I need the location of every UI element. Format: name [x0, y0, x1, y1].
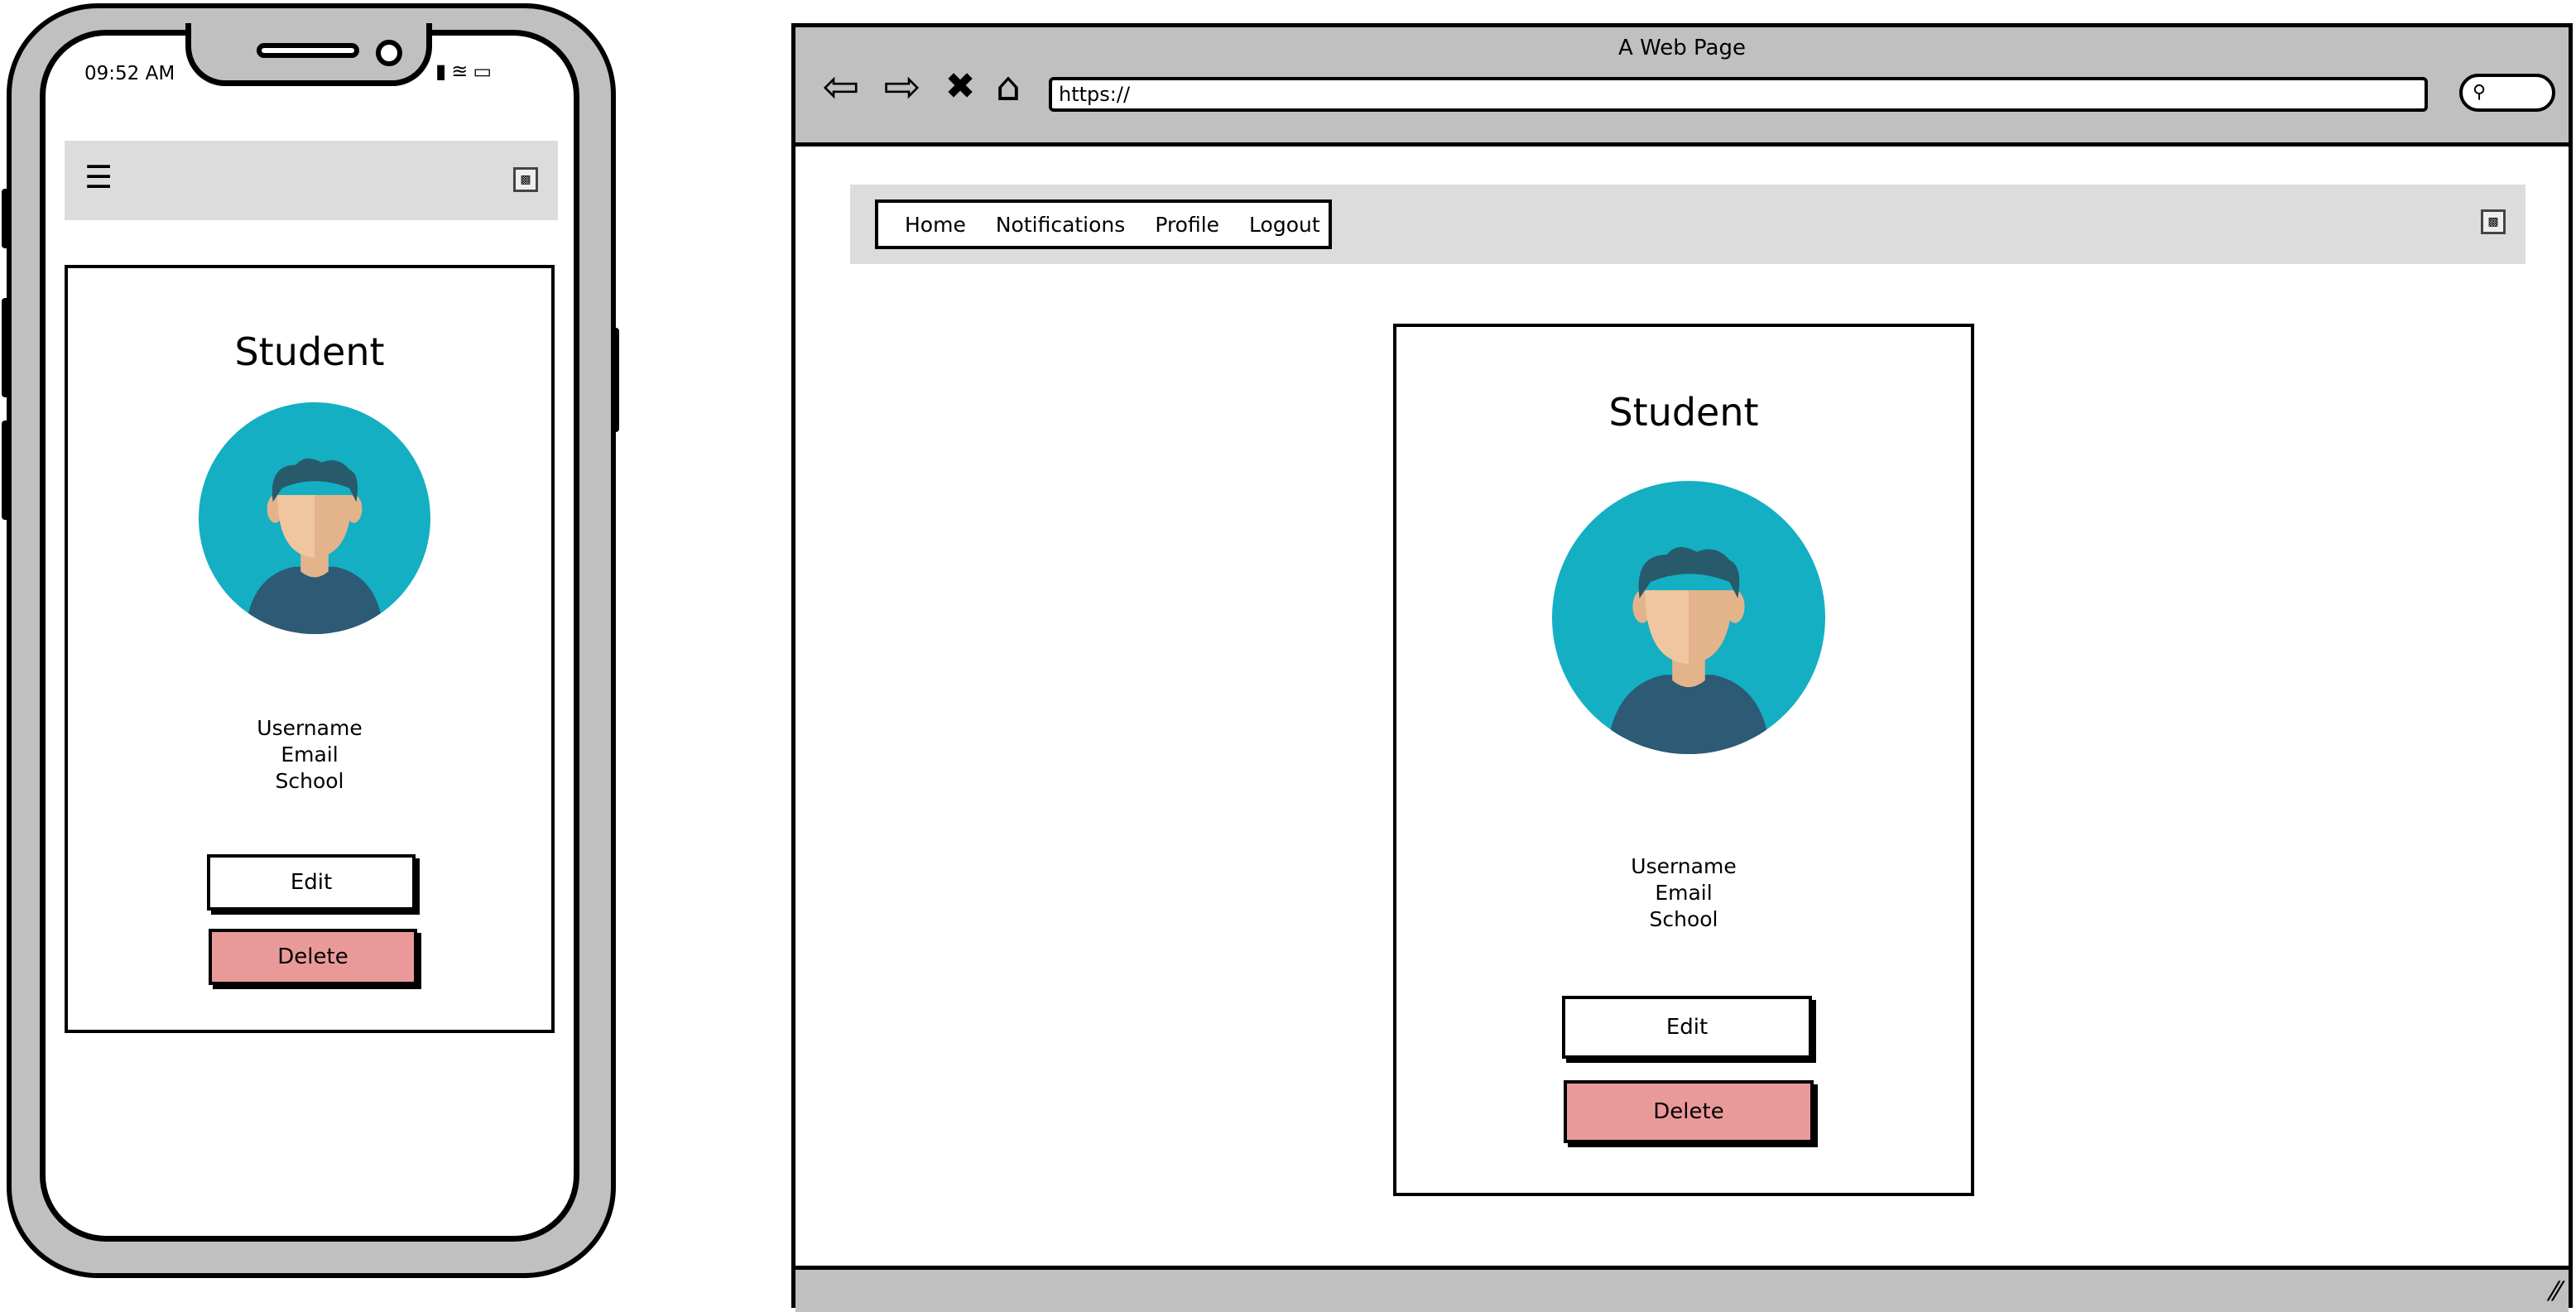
search-icon: ⚲ [2473, 82, 2487, 103]
nav-item-logout[interactable]: Logout [1249, 213, 1320, 237]
phone-camera [376, 40, 402, 66]
profile-info: Username Email School [1396, 853, 1971, 933]
phone-power-button [611, 328, 619, 432]
avatar-icon [199, 402, 430, 634]
wifi-icon: ≊ [451, 60, 473, 83]
search-box[interactable]: ⚲ [2459, 74, 2555, 112]
username-label: Username [1631, 854, 1737, 878]
signal-icon: ▮ [435, 60, 452, 83]
battery-icon: ▭ [473, 60, 497, 83]
window-title: A Web Page [1618, 36, 1746, 60]
email-label: Email [281, 743, 339, 767]
logo-icon[interactable]: ▩ [2481, 209, 2506, 234]
nav-item-notifications[interactable]: Notifications [996, 213, 1125, 237]
home-icon[interactable]: ⌂ [984, 62, 1032, 112]
stop-icon[interactable]: ✖ [936, 62, 984, 112]
nav-item-home[interactable]: Home [905, 213, 966, 237]
desktop-profile-card: Student Username Email School Edit Delet… [1393, 324, 1974, 1196]
browser-window: A Web Page ⇦ ⇨ ✖ ⌂ https:// ⚲ Home Notif… [791, 23, 2573, 1312]
status-time: 09:52 AM [84, 63, 175, 84]
nav-item-profile[interactable]: Profile [1155, 213, 1219, 237]
browser-statusbar: ⁄⁄ [795, 1266, 2569, 1312]
url-bar[interactable]: https:// [1049, 77, 2428, 112]
browser-titlebar: A Web Page ⇦ ⇨ ✖ ⌂ https:// ⚲ [795, 27, 2569, 147]
mobile-profile-card: Student Username Email School Edit Delet… [65, 265, 555, 1033]
phone-side-button [2, 298, 10, 397]
email-label: Email [1655, 881, 1713, 905]
edit-button[interactable]: Edit [207, 854, 416, 911]
phone-side-button [2, 421, 10, 520]
resize-handle-icon[interactable]: ⁄⁄ [2551, 1275, 2560, 1308]
edit-button[interactable]: Edit [1562, 996, 1812, 1059]
avatar-icon [1552, 481, 1825, 754]
card-title: Student [1608, 390, 1759, 435]
username-label: Username [257, 716, 363, 740]
card-title: Student [234, 329, 385, 374]
delete-button[interactable]: Delete [209, 929, 417, 985]
nav-menu: Home Notifications Profile Logout [875, 199, 1332, 249]
desktop-navbar: Home Notifications Profile Logout ▩ [850, 185, 2526, 264]
school-label: School [1649, 907, 1718, 931]
mobile-navbar: ☰ ▩ [65, 141, 558, 220]
phone-side-button [2, 189, 10, 248]
hamburger-menu-icon[interactable]: ☰ [84, 159, 113, 195]
delete-button[interactable]: Delete [1564, 1080, 1814, 1143]
phone-speaker [257, 43, 359, 58]
back-arrow-icon[interactable]: ⇦ [817, 62, 865, 112]
logo-icon[interactable]: ▩ [513, 167, 538, 192]
school-label: School [275, 769, 344, 793]
forward-arrow-icon[interactable]: ⇨ [878, 62, 926, 112]
status-icons: ▮≊▭ [435, 60, 497, 83]
profile-info: Username Email School [68, 715, 551, 795]
